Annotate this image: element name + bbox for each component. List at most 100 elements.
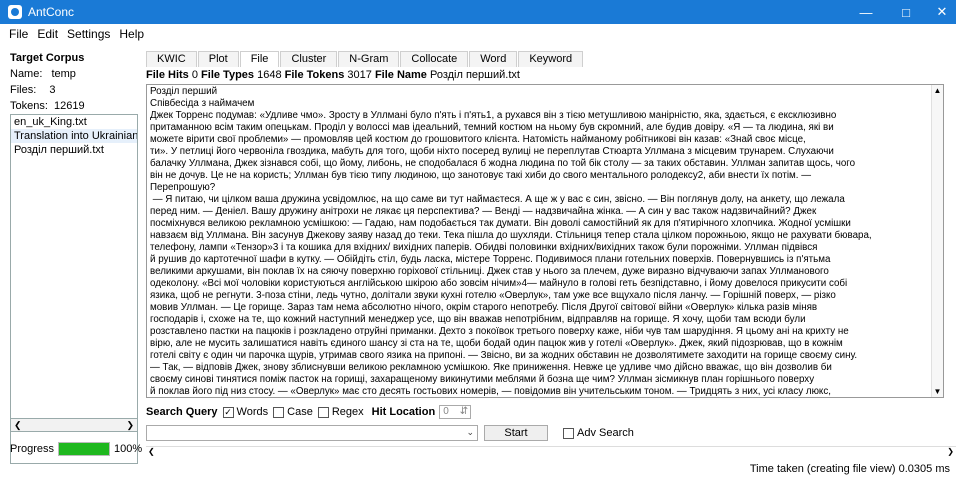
adv-search: Adv Search (558, 427, 634, 439)
regex-checkbox[interactable] (317, 406, 329, 418)
tab-keyword[interactable]: Keyword (518, 51, 584, 67)
scroll-up-icon[interactable]: ▲ (932, 86, 943, 95)
text-line: можете вірити свої проблеми» — промовляв… (150, 134, 806, 145)
file-types-label: File Types (201, 69, 255, 81)
progress-label: Progress (10, 443, 55, 455)
target-corpus-panel: Target Corpus Name: temp Files: 3 Tokens… (0, 46, 144, 466)
file-stats: File Hits 0 File Types 1648 File Tokens … (146, 69, 520, 81)
scroll-right-icon[interactable]: ❯ (126, 420, 134, 431)
search-query-input[interactable]: ⌄ (146, 425, 478, 441)
file-tokens-value: 3017 (347, 69, 372, 81)
app-icon (8, 5, 22, 19)
results-horizontal-scrollbar[interactable]: ❮ ❯ (146, 446, 956, 458)
close-icon[interactable]: ✕ (922, 0, 956, 24)
menu-help[interactable]: Help (119, 27, 144, 41)
corpus-tokens-label: Tokens: (10, 100, 48, 112)
file-name-value: Розділ перший.txt (429, 69, 520, 81)
case-label: Case (287, 406, 313, 418)
corpus-file-item[interactable]: en_uk_King.txt (11, 115, 137, 129)
text-line: Розділ перший (150, 86, 218, 97)
hit-location-label: Hit Location (371, 406, 436, 418)
tab-ngram[interactable]: N-Gram (338, 51, 400, 67)
progress-percent: 100% (114, 443, 143, 455)
tab-word[interactable]: Word (469, 51, 518, 67)
corpus-tokens-value: 12619 (53, 100, 85, 112)
regex-label: Regex (331, 406, 364, 418)
adv-search-checkbox[interactable] (563, 427, 574, 439)
scroll-left-icon[interactable]: ❮ (14, 420, 22, 431)
start-button[interactable]: Start (484, 425, 548, 441)
menu-bar: File Edit Settings Help (0, 24, 956, 44)
corpus-name-label: Name: (10, 68, 43, 80)
text-line: притаманною всім таким опецькам. Проділ … (150, 122, 834, 133)
text-line: він не дочув. Це не на користь; Уллман б… (150, 170, 812, 181)
minimize-icon[interactable]: — (846, 0, 886, 24)
tab-file[interactable]: File (239, 51, 280, 67)
tab-kwic[interactable]: KWIC (146, 51, 197, 67)
file-types-value: 1648 (257, 69, 282, 81)
progress-fill (59, 443, 109, 455)
words-checkbox[interactable]: ✓ (222, 406, 234, 418)
text-line: мовив Уллман. — Це горище. Зараз там нем… (150, 302, 818, 313)
file-hits-label: File Hits (146, 69, 189, 81)
corpus-tokens: Tokens: 12619 (10, 100, 85, 112)
menu-edit[interactable]: Edit (37, 27, 58, 41)
file-text-view[interactable]: Розділ перший Співбесіда з наймачем Джек Т… (146, 84, 944, 398)
text-line: й рушив до картотечної шафи в кутку. — О… (150, 254, 831, 265)
text-line: Співбесіда з наймачем (150, 98, 255, 109)
text-line: перед ним. — Деніел. Вашу дружину анітро… (150, 206, 817, 217)
text-line: готелі світу є один чи парочка щурів, ут… (150, 350, 858, 361)
corpus-file-item[interactable]: Розділ перший.txt (11, 143, 137, 157)
text-line: одеколону. «Всі мої чоловіки користуютьс… (150, 278, 848, 289)
tab-plot[interactable]: Plot (197, 51, 239, 67)
query-row: ⌄ Start Adv Search (146, 425, 634, 441)
text-line: ти». У петлиці його червоніла гвоздика, … (150, 146, 834, 157)
text-line: господарів і, схоже на те, що кожний нас… (150, 314, 806, 325)
text-line: навзаєм від Уллмана. Він засунув Джекову… (150, 230, 872, 241)
hit-location-value: 0 (443, 406, 449, 417)
file-hits-value: 0 (191, 69, 198, 81)
status-bar: Time taken (creating file view) 0.0305 m… (749, 463, 950, 475)
text-line: й поклав його під низ стосу. — «Оверлук»… (150, 386, 831, 397)
case-checkbox[interactable] (273, 406, 285, 418)
text-line: вірю, але не мусить залишатися навіть єд… (150, 338, 843, 349)
text-line: балачку Уллмана, Джек зізнався собі, що … (150, 158, 856, 169)
words-label: Words (236, 406, 269, 418)
text-line: — Так, — відповів Джек, знову зблиснувши… (150, 362, 832, 373)
corpus-files-label: Files: (10, 84, 37, 96)
search-query-label: Search Query (146, 406, 218, 418)
text-vertical-scrollbar[interactable]: ▲ ▼ (931, 85, 943, 397)
text-line: — Я питаю, чи цілком ваша дружина усвідо… (150, 194, 845, 205)
text-line: розставлено пастки на пацюків і розкладе… (150, 326, 849, 337)
hit-location-spinner[interactable]: 0 ⇵ (439, 405, 472, 419)
text-line: Джек Торренс подумав: «Удливе чмо». Зрос… (150, 110, 837, 121)
corpus-file-item[interactable]: Translation into Ukrainian. (11, 129, 137, 143)
menu-settings[interactable]: Settings (67, 27, 110, 41)
maximize-icon[interactable]: □ (886, 0, 926, 24)
corpus-file-list[interactable]: en_uk_King.txt Translation into Ukrainia… (10, 114, 138, 464)
spinner-arrows-icon[interactable]: ⇵ (460, 406, 470, 418)
text-line: Перепрошую? (150, 182, 216, 193)
corpus-files: Files: 3 (10, 84, 55, 96)
progress-row: Progress 100% (0, 440, 144, 458)
scroll-down-icon[interactable]: ▼ (932, 387, 943, 396)
title-bar: AntConc — □ ✕ (0, 0, 956, 24)
tab-collocate[interactable]: Collocate (400, 51, 469, 67)
menu-file[interactable]: File (9, 27, 28, 41)
file-tokens-label: File Tokens (284, 69, 345, 81)
tab-cluster[interactable]: Cluster (280, 51, 338, 67)
window-title: AntConc (28, 5, 75, 19)
corpus-files-value: 3 (49, 84, 56, 96)
corpus-name: Name: temp (10, 68, 76, 80)
text-line: посміхнувся великою рекламною усмішкою: … (150, 218, 851, 229)
file-name-label: File Name (374, 69, 427, 81)
file-text-content: Розділ перший Співбесіда з наймачем Джек Т… (150, 86, 930, 397)
corpus-name-value: temp (51, 68, 76, 80)
scroll-left-icon[interactable]: ❮ (148, 447, 155, 456)
tool-tabs: KWIC Plot File Cluster N-Gram Collocate … (146, 51, 584, 67)
search-options-row: Search Query ✓ Words Case Regex Hit Loca… (146, 404, 472, 420)
scroll-right-icon[interactable]: ❯ (947, 447, 954, 456)
chevron-down-icon[interactable]: ⌄ (466, 427, 474, 438)
target-corpus-header: Target Corpus (10, 52, 85, 64)
corpus-list-scrollbar[interactable]: ❮ ❯ (10, 418, 138, 432)
